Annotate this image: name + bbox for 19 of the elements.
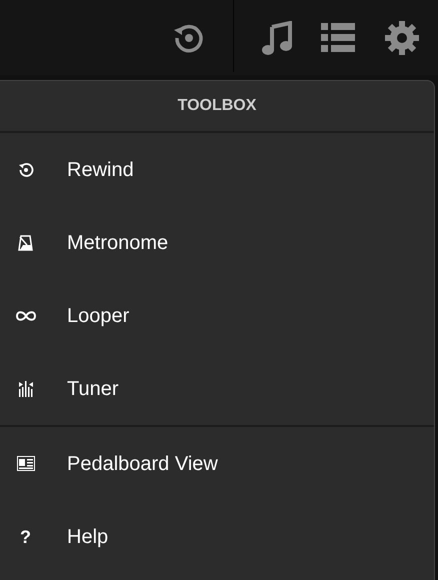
menu-title: TOOLBOX: [178, 96, 256, 116]
help-icon: ?: [20, 528, 31, 546]
list-icon: [321, 22, 355, 52]
infinity-icon: [16, 310, 36, 322]
settings-button[interactable]: [384, 20, 420, 56]
rewind-icon: [18, 162, 34, 178]
pedalboard-icon: [16, 456, 34, 471]
list-button[interactable]: [321, 22, 355, 52]
menu-item[interactable]: Looper: [0, 279, 434, 352]
tuner-icon: [18, 380, 34, 396]
metronome-icon: [18, 234, 33, 250]
music-note-icon: [262, 20, 292, 54]
menu-item[interactable]: Rewind: [0, 133, 434, 206]
settings-icon: [384, 20, 420, 56]
menu-item[interactable]: ? Help: [0, 500, 434, 573]
menu-item[interactable]: Pedalboard View: [0, 427, 434, 500]
music-button[interactable]: [262, 20, 292, 54]
menu-item[interactable]: Tuner: [0, 352, 434, 425]
menu-item[interactable]: Metronome: [0, 206, 434, 279]
